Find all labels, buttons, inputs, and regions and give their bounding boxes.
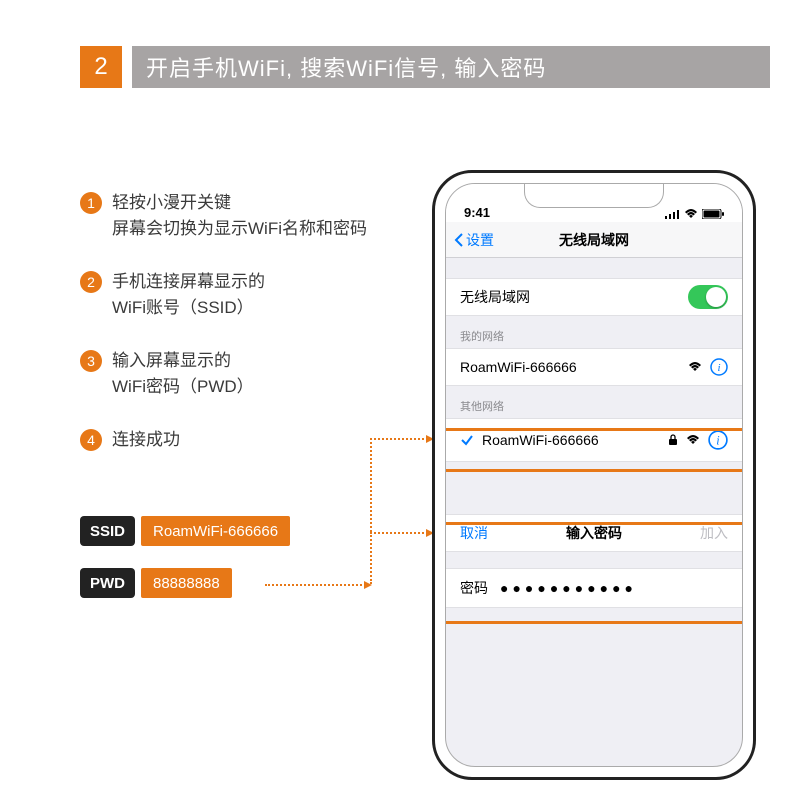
wifi-icon xyxy=(688,362,702,372)
password-dialog-header: 取消 输入密码 加入 xyxy=(446,514,742,552)
join-button[interactable]: 加入 xyxy=(700,523,728,543)
pwd-label: PWD xyxy=(80,568,135,598)
svg-text:i: i xyxy=(716,433,720,447)
ssid-value: RoamWiFi-666666 xyxy=(141,516,290,546)
info-icon[interactable]: i xyxy=(710,358,728,376)
phone-notch xyxy=(524,184,664,208)
svg-text:i: i xyxy=(717,362,720,374)
password-input-row[interactable]: 密码 ●●●●●●●●●●● xyxy=(446,568,742,608)
instruction-item: 4 连接成功 xyxy=(80,427,380,453)
credentials: SSID RoamWiFi-666666 PWD 88888888 xyxy=(80,516,290,620)
signal-icon xyxy=(665,209,681,219)
connector-line xyxy=(370,438,432,440)
instruction-item: 2 手机连接屏幕显示的 WiFi账号（SSID） xyxy=(80,269,380,320)
instruction-line: WiFi账号（SSID） xyxy=(112,298,254,317)
instruction-text: 输入屏幕显示的 WiFi密码（PWD） xyxy=(112,348,254,399)
back-button[interactable]: 设置 xyxy=(446,230,494,250)
phone-screen: 9:41 设置 无线局域网 无线局域网 我的网络 RoamWiFi-666666 xyxy=(445,183,743,767)
wifi-toggle-cell[interactable]: 无线局域网 xyxy=(446,278,742,316)
section-my-networks: 我的网络 xyxy=(446,316,742,348)
instruction-item: 1 轻按小漫开关键 屏幕会切换为显示WiFi名称和密码 xyxy=(80,190,380,241)
bullet-2: 2 xyxy=(80,271,102,293)
section-other-networks: 其他网络 xyxy=(446,386,742,418)
ssid-row: SSID RoamWiFi-666666 xyxy=(80,516,290,546)
password-field-label: 密码 xyxy=(460,578,488,598)
instruction-text: 轻按小漫开关键 屏幕会切换为显示WiFi名称和密码 xyxy=(112,190,367,241)
back-label: 设置 xyxy=(466,230,494,250)
step-number-badge: 2 xyxy=(80,46,122,88)
bullet-1: 1 xyxy=(80,192,102,214)
bullet-4: 4 xyxy=(80,429,102,451)
instruction-line: 输入屏幕显示的 xyxy=(112,351,231,370)
status-time: 9:41 xyxy=(464,205,490,220)
instruction-text: 连接成功 xyxy=(112,427,180,453)
info-icon[interactable]: i xyxy=(708,430,728,450)
instruction-line: WiFi密码（PWD） xyxy=(112,377,254,396)
instruction-line: 轻按小漫开关键 xyxy=(112,193,231,212)
nav-bar: 设置 无线局域网 xyxy=(446,222,742,258)
lock-icon xyxy=(668,434,678,446)
instruction-list: 1 轻按小漫开关键 屏幕会切换为显示WiFi名称和密码 2 手机连接屏幕显示的 … xyxy=(80,190,380,481)
password-dialog: 取消 输入密码 加入 密码 ●●●●●●●●●●● xyxy=(446,514,742,608)
instruction-line: 连接成功 xyxy=(112,430,180,449)
phone-mockup: 9:41 设置 无线局域网 无线局域网 我的网络 RoamWiFi-666666 xyxy=(432,170,756,780)
instruction-item: 3 输入屏幕显示的 WiFi密码（PWD） xyxy=(80,348,380,399)
battery-icon xyxy=(702,209,724,219)
bullet-3: 3 xyxy=(80,350,102,372)
instruction-text: 手机连接屏幕显示的 WiFi账号（SSID） xyxy=(112,269,265,320)
cancel-button[interactable]: 取消 xyxy=(460,523,488,543)
wifi-toggle-label: 无线局域网 xyxy=(460,287,530,307)
checkmark-icon xyxy=(460,433,474,447)
password-dialog-title: 输入密码 xyxy=(566,523,622,543)
connector-line xyxy=(370,532,372,584)
connector-line xyxy=(370,438,372,532)
chevron-left-icon xyxy=(454,232,464,248)
step-title: 开启手机WiFi, 搜索WiFi信号, 输入密码 xyxy=(132,46,770,88)
connector-line xyxy=(370,532,432,534)
connector-line xyxy=(265,584,370,586)
network-name: RoamWiFi-666666 xyxy=(482,432,599,448)
wifi-icon xyxy=(686,435,700,445)
network-name: RoamWiFi-666666 xyxy=(460,359,577,375)
pwd-row: PWD 88888888 xyxy=(80,568,290,598)
other-network-cell[interactable]: RoamWiFi-666666 i xyxy=(446,418,742,462)
wifi-status-icon xyxy=(684,209,698,219)
instruction-line: 屏幕会切换为显示WiFi名称和密码 xyxy=(112,219,367,238)
my-network-cell[interactable]: RoamWiFi-666666 i xyxy=(446,348,742,386)
instruction-line: 手机连接屏幕显示的 xyxy=(112,272,265,291)
step-header: 2 开启手机WiFi, 搜索WiFi信号, 输入密码 xyxy=(80,46,770,88)
pwd-value: 88888888 xyxy=(141,568,232,598)
status-icons xyxy=(665,205,724,220)
ssid-label: SSID xyxy=(80,516,135,546)
password-dots: ●●●●●●●●●●● xyxy=(500,580,637,596)
wifi-toggle-switch[interactable] xyxy=(688,285,728,309)
